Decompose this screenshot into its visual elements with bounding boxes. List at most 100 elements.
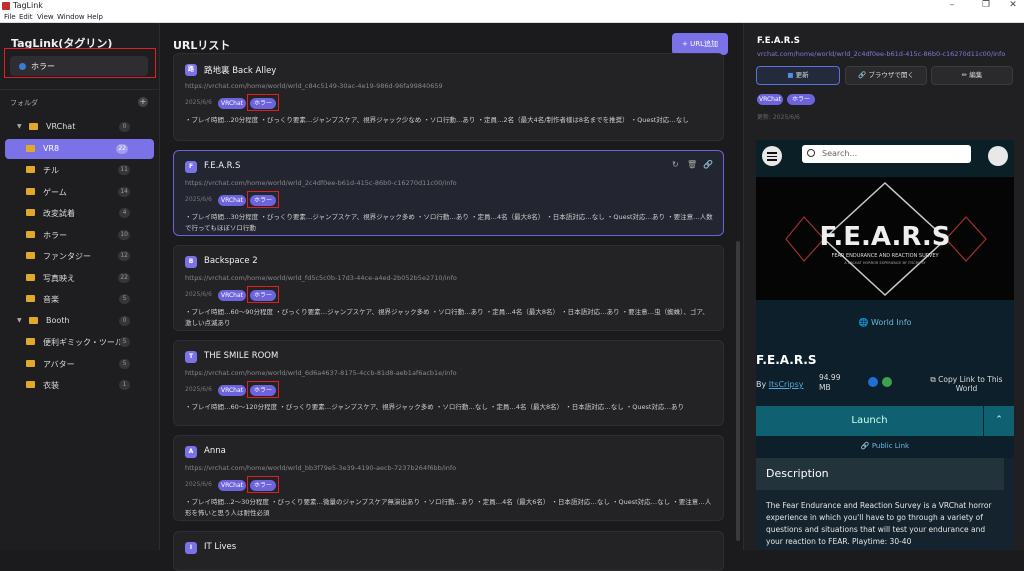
update-button[interactable]: ■ 更新 xyxy=(756,66,840,85)
card-icon: T xyxy=(185,351,197,363)
card-icon: A xyxy=(185,446,197,458)
detail-url[interactable]: vrchat.com/home/world/wrld_2c4df0ee-b61d… xyxy=(757,50,1005,58)
world-info-label: World Info xyxy=(870,318,912,327)
refresh-icon[interactable]: ↻ xyxy=(672,160,679,169)
folder-item[interactable]: アバター 5 xyxy=(5,354,154,374)
folder-icon xyxy=(26,338,35,345)
link-icon[interactable]: 🔗 xyxy=(703,160,713,169)
folder-count: 0 xyxy=(119,315,130,326)
trash-icon[interactable]: 🗑 xyxy=(687,160,697,169)
card-tag[interactable]: VRChat xyxy=(218,98,246,109)
folder-item[interactable]: 衣装 1 xyxy=(5,375,154,395)
folder-item[interactable]: ▼ VRChat 0 xyxy=(5,117,154,137)
card-description: ・プレイ時間…30分程度 ・びっくり要素…ジャンプスケア、視界ジャック多め ・ソ… xyxy=(185,213,713,232)
tag-horror[interactable]: ホラー xyxy=(787,94,815,105)
folder-label: Booth xyxy=(46,315,70,325)
folder-item[interactable]: ホラー 10 xyxy=(5,225,154,245)
folder-icon xyxy=(26,209,35,216)
launch-button[interactable]: Launch xyxy=(756,406,983,436)
card-date: 2025/6/6 xyxy=(185,291,212,298)
folder-label: VRChat xyxy=(46,122,76,131)
card-url: https://vrchat.com/home/world/wrld_2c4df… xyxy=(185,179,457,187)
hamburger-icon[interactable] xyxy=(762,146,782,166)
windows-icon xyxy=(868,377,878,387)
card-title: Backspace 2 xyxy=(204,256,258,266)
folders-header: フォルダ + xyxy=(0,89,159,107)
highlight-box xyxy=(4,48,156,78)
card-tag[interactable]: VRChat xyxy=(218,290,246,301)
tag-vrchat[interactable]: VRChat xyxy=(757,94,783,105)
folder-item[interactable]: ゲーム 14 xyxy=(5,182,154,202)
card-description: ・プレイ時間…60〜90分程度 ・びっくり要素…ジャンプスケア、視界ジャック多め… xyxy=(185,308,709,327)
card-icon: 路 xyxy=(185,64,197,76)
public-link-label: Public Link xyxy=(871,442,910,450)
window-title: TagLink xyxy=(13,1,43,10)
detail-panel: F.E.A.R.S vrchat.com/home/world/wrld_2c4… xyxy=(743,23,1024,550)
vrchat-logo-icon[interactable] xyxy=(988,146,1008,166)
card-icon: B xyxy=(185,256,197,268)
description-text: The Fear Endurance and Reaction Survey i… xyxy=(766,501,992,546)
card-url: https://vrchat.com/home/world/wrld_c84c5… xyxy=(185,82,443,90)
card-icon: I xyxy=(185,542,197,554)
chevron-down-icon[interactable]: ▼ xyxy=(17,317,22,324)
card-title: IT Lives xyxy=(204,542,237,552)
folder-icon xyxy=(29,123,38,130)
card-tag[interactable]: VRChat xyxy=(218,480,246,491)
folder-item[interactable]: チル 11 xyxy=(5,160,154,180)
card-title: THE SMILE ROOM xyxy=(204,351,279,361)
folder-icon xyxy=(26,230,35,238)
world-banner: F.E.A.R.S FEAR ENDURANCE AND REACTION SU… xyxy=(756,177,1014,300)
menu-edit[interactable]: Edit xyxy=(19,13,33,21)
banner-subtitle: FEAR ENDURANCE AND REACTION SURVEY xyxy=(831,253,939,259)
folder-count: 22 xyxy=(116,143,128,154)
folder-icon xyxy=(26,273,35,281)
world-info-tab[interactable]: 🌐 World Info xyxy=(756,318,1014,327)
public-link[interactable]: 🔗 Public Link xyxy=(756,442,1014,450)
menu-view[interactable]: View xyxy=(37,13,54,21)
folder-item[interactable]: 音楽 5 xyxy=(5,289,154,309)
folder-label: 音楽 xyxy=(43,295,59,304)
author-line: By ItsCripsy xyxy=(756,380,804,389)
folder-icon xyxy=(26,252,35,259)
folder-item[interactable]: ファンタジー 12 xyxy=(5,246,154,266)
menu-help[interactable]: Help xyxy=(87,13,103,21)
menu-file[interactable]: File xyxy=(4,13,16,21)
main-panel: URLリスト + URL追加 路路地裏 Back Alley https://vr… xyxy=(160,23,743,571)
menu-window[interactable]: Window xyxy=(57,13,85,21)
folder-item[interactable]: VR8 22 xyxy=(5,138,154,159)
card-title: F.E.A.R.S xyxy=(204,161,241,171)
card-title: 路地裏 Back Alley xyxy=(204,66,277,76)
chevron-up-icon[interactable]: ⌃ xyxy=(984,406,1014,436)
card-date: 2025/6/6 xyxy=(185,386,212,393)
folder-count: 1 xyxy=(119,380,130,390)
banner-title: F.E.A.R.S xyxy=(819,222,950,252)
copy-link-button[interactable]: ⧉ Copy Link to This World xyxy=(919,375,1014,393)
author-link[interactable]: ItsCripsy xyxy=(769,380,804,389)
folder-count: 14 xyxy=(118,186,130,197)
maximize-icon[interactable]: ❐ xyxy=(976,0,996,10)
url-card[interactable]: I IT Lives xyxy=(173,531,724,571)
edit-label: 編集 xyxy=(969,71,983,79)
folder-count: 11 xyxy=(118,165,130,175)
minimize-icon[interactable]: – xyxy=(942,0,962,10)
card-tag[interactable]: VRChat xyxy=(218,385,246,396)
folder-item[interactable]: 写真映え 22 xyxy=(5,268,154,288)
card-date: 2025/6/6 xyxy=(185,99,212,106)
add-folder-button[interactable]: + xyxy=(138,97,148,107)
open-browser-button[interactable]: 🔗 ブラウザで開く xyxy=(845,66,927,85)
folder-item[interactable]: ▼ Booth 0 xyxy=(5,311,154,331)
close-icon[interactable]: ✕ xyxy=(1003,0,1023,10)
add-url-button[interactable]: + URL追加 xyxy=(672,33,728,55)
folder-item[interactable]: 改変試着 4 xyxy=(5,203,154,223)
refresh-icon: ■ xyxy=(787,71,796,79)
link-icon: 🔗 xyxy=(858,71,869,79)
vrchat-search-input[interactable]: Search... xyxy=(802,145,971,163)
card-tag[interactable]: VRChat xyxy=(218,195,246,206)
folder-label: ゲーム xyxy=(43,187,67,197)
scrollbar-thumb[interactable] xyxy=(736,241,740,541)
folder-item[interactable]: 便利ギミック・ツール 5 xyxy=(5,332,154,352)
folder-count: 5 xyxy=(119,358,130,369)
chevron-down-icon[interactable]: ▼ xyxy=(17,123,22,130)
edit-button[interactable]: ✏ 編集 xyxy=(931,66,1013,85)
android-icon xyxy=(882,377,892,387)
